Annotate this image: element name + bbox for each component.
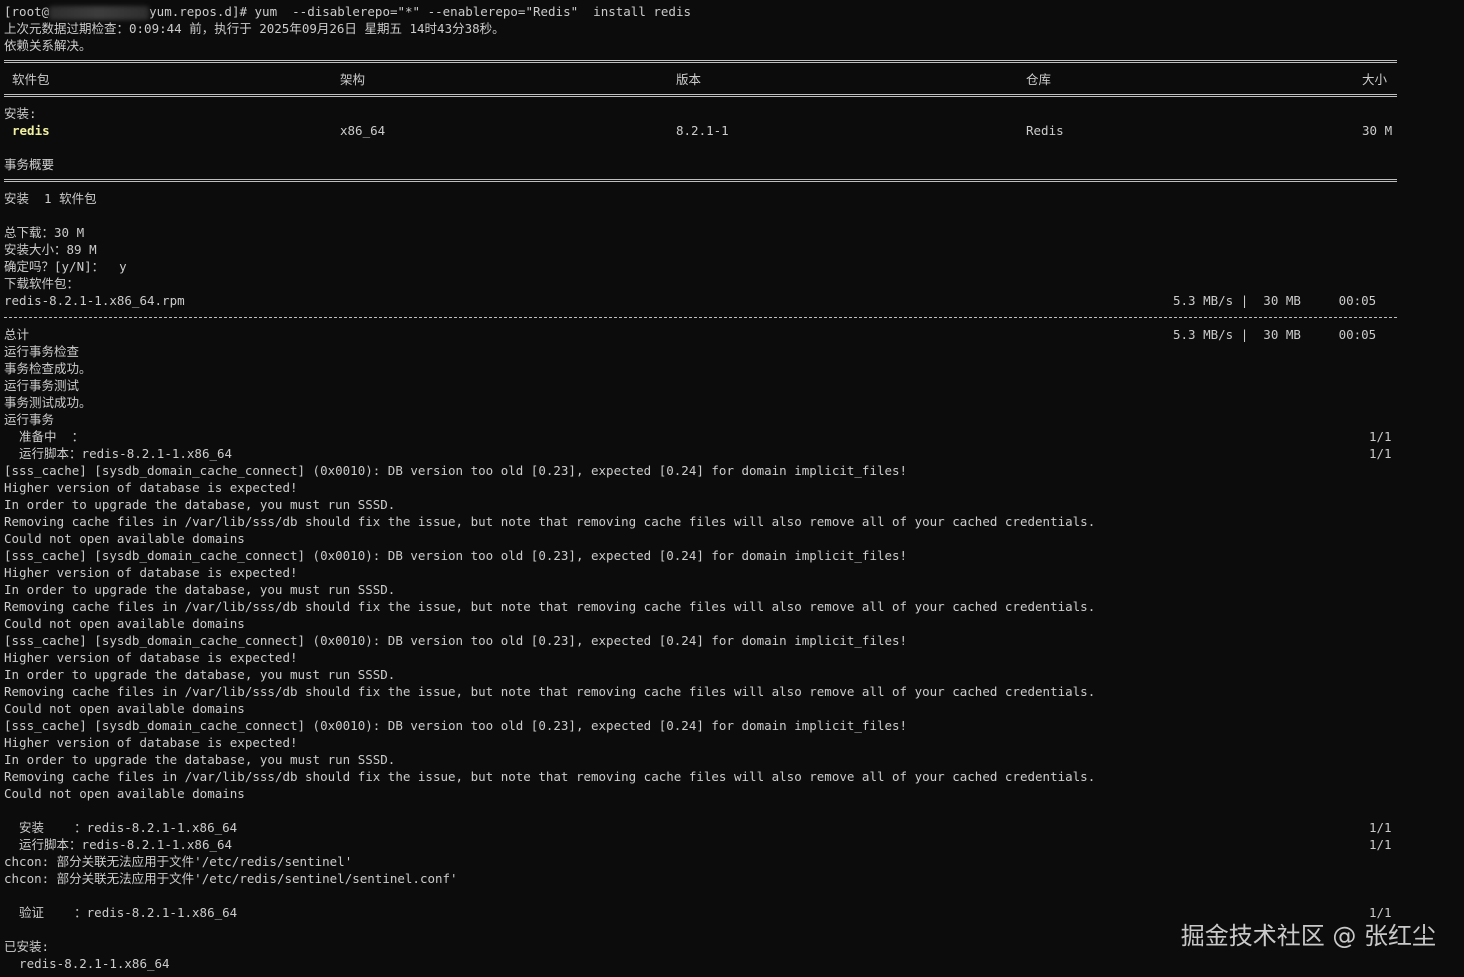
sss-error-line: Could not open available domains	[4, 786, 245, 801]
package-repo: Redis	[1026, 123, 1064, 138]
install-step: 安装 ：redis-8.2.1-1.x86_64	[4, 820, 238, 835]
tx-check-ok: 事务检查成功。	[4, 361, 92, 376]
package-arch: x86_64	[340, 123, 386, 138]
total-rule	[4, 317, 1397, 318]
scriptlet-count: 1/1	[1369, 446, 1392, 461]
installing-label: 安装:	[4, 106, 37, 121]
preparing-step: 准备中 ：	[4, 429, 85, 444]
table-top-rule	[4, 60, 1397, 63]
package-name: redis	[12, 123, 50, 138]
sss-error-line: Removing cache files in /var/lib/sss/db …	[4, 514, 1096, 529]
sss-error-line: In order to upgrade the database, you mu…	[4, 582, 396, 597]
sss-error-line: Higher version of database is expected!	[4, 480, 298, 495]
sss-error-line: Removing cache files in /var/lib/sss/db …	[4, 769, 1096, 784]
install-size: 安装大小：89 M	[4, 242, 97, 257]
downloading-label: 下载软件包：	[4, 276, 80, 291]
sss-error-line: In order to upgrade the database, you mu…	[4, 667, 396, 682]
sss-error-line: Could not open available domains	[4, 616, 245, 631]
confirm-prompt: 确定吗？[y/N]： y	[4, 259, 127, 274]
terminal-window[interactable]: [root@ yum.repos.d]# yum --disablerepo="*…	[0, 0, 1464, 977]
redacted-hostname	[49, 5, 150, 20]
metadata-check-line: 上次元数据过期检查：0:09:44 前，执行于 2025年09月26日 星期五 …	[4, 21, 505, 36]
total-stats: 5.3 MB/s | 30 MB 00:05	[1173, 327, 1377, 342]
preparing-count: 1/1	[1369, 429, 1392, 444]
verify-step: 验证 ：redis-8.2.1-1.x86_64	[4, 905, 238, 920]
sss-error-line: Higher version of database is expected!	[4, 650, 298, 665]
tx-run: 运行事务	[4, 412, 55, 427]
sss-error-line: In order to upgrade the database, you mu…	[4, 752, 396, 767]
tx-test: 运行事务测试	[4, 378, 80, 393]
table-header-rule	[4, 94, 1397, 97]
header-version: 版本	[676, 72, 702, 87]
sss-error-line: Could not open available domains	[4, 701, 245, 716]
sss-error-line: Higher version of database is expected!	[4, 565, 298, 580]
command-line: [root@ yum.repos.d]# yum --disablerepo="*…	[4, 3, 691, 20]
deps-resolved-line: 依赖关系解决。	[4, 38, 92, 53]
scriptlet-step: 运行脚本：redis-8.2.1-1.x86_64	[4, 446, 233, 461]
scriptlet-count-2: 1/1	[1369, 837, 1392, 852]
summary-rule	[4, 179, 1397, 182]
sss-error-line: In order to upgrade the database, you mu…	[4, 497, 396, 512]
rpm-file: redis-8.2.1-1.x86_64.rpm	[4, 293, 185, 308]
watermark: 掘金技术社区 @ 张红尘	[1180, 922, 1436, 950]
install-count: 安装 1 软件包	[4, 191, 97, 206]
sss-error-line: Could not open available domains	[4, 531, 245, 546]
installed-label: 已安装:	[4, 939, 50, 954]
tx-test-ok: 事务测试成功。	[4, 395, 92, 410]
chcon-warning: chcon: 部分关联无法应用于文件'/etc/redis/sentinel'	[4, 854, 353, 869]
header-arch: 架构	[340, 72, 366, 87]
scriptlet-step-2: 运行脚本：redis-8.2.1-1.x86_64	[4, 837, 233, 852]
sss-error-line: [sss_cache] [sysdb_domain_cache_connect]…	[4, 548, 908, 563]
package-version: 8.2.1-1	[676, 123, 729, 138]
install-step-count: 1/1	[1369, 820, 1392, 835]
command-text: yum.repos.d]# yum --disablerepo="*" --en…	[149, 4, 692, 19]
sss-error-line: [sss_cache] [sysdb_domain_cache_connect]…	[4, 463, 908, 478]
header-package: 软件包	[12, 72, 50, 87]
header-repo: 仓库	[1026, 72, 1052, 87]
sss-error-line: Removing cache files in /var/lib/sss/db …	[4, 599, 1096, 614]
chcon-warning: chcon: 部分关联无法应用于文件'/etc/redis/sentinel/s…	[4, 871, 458, 886]
sss-error-line: Higher version of database is expected!	[4, 735, 298, 750]
tx-check: 运行事务检查	[4, 344, 80, 359]
download-stats: 5.3 MB/s | 30 MB 00:05	[1173, 293, 1377, 308]
total-label: 总计	[4, 327, 30, 342]
sss-error-line: [sss_cache] [sysdb_domain_cache_connect]…	[4, 718, 908, 733]
header-size: 大小	[1362, 72, 1388, 87]
installed-package: redis-8.2.1-1.x86_64	[4, 956, 170, 971]
sss-error-line: Removing cache files in /var/lib/sss/db …	[4, 684, 1096, 699]
total-download: 总下载：30 M	[4, 225, 85, 240]
sss-error-line: [sss_cache] [sysdb_domain_cache_connect]…	[4, 633, 908, 648]
package-size: 30 M	[1362, 123, 1393, 138]
prompt-prefix: [root@	[4, 4, 50, 19]
summary-title: 事务概要	[4, 157, 55, 172]
